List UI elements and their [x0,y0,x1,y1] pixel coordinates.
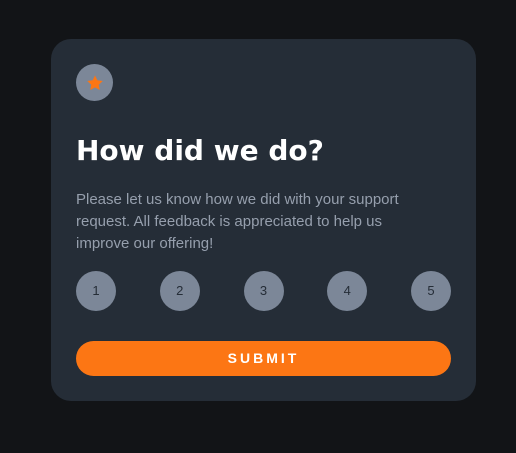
rating-card: How did we do? Please let us know how we… [51,39,476,401]
star-badge [76,64,113,101]
rating-options: 1 2 3 4 5 [76,271,451,311]
star-icon [86,74,103,90]
rating-button-1[interactable]: 1 [76,271,116,311]
rating-button-2[interactable]: 2 [159,271,200,311]
rating-button-3[interactable]: 3 [243,271,284,311]
card-title: How did we do? [76,134,324,167]
submit-button[interactable]: SUBMIT [76,341,451,376]
rating-button-4[interactable]: 4 [327,271,368,311]
rating-button-5[interactable]: 5 [411,271,451,311]
card-description: Please let us know how we did with your … [76,191,399,252]
